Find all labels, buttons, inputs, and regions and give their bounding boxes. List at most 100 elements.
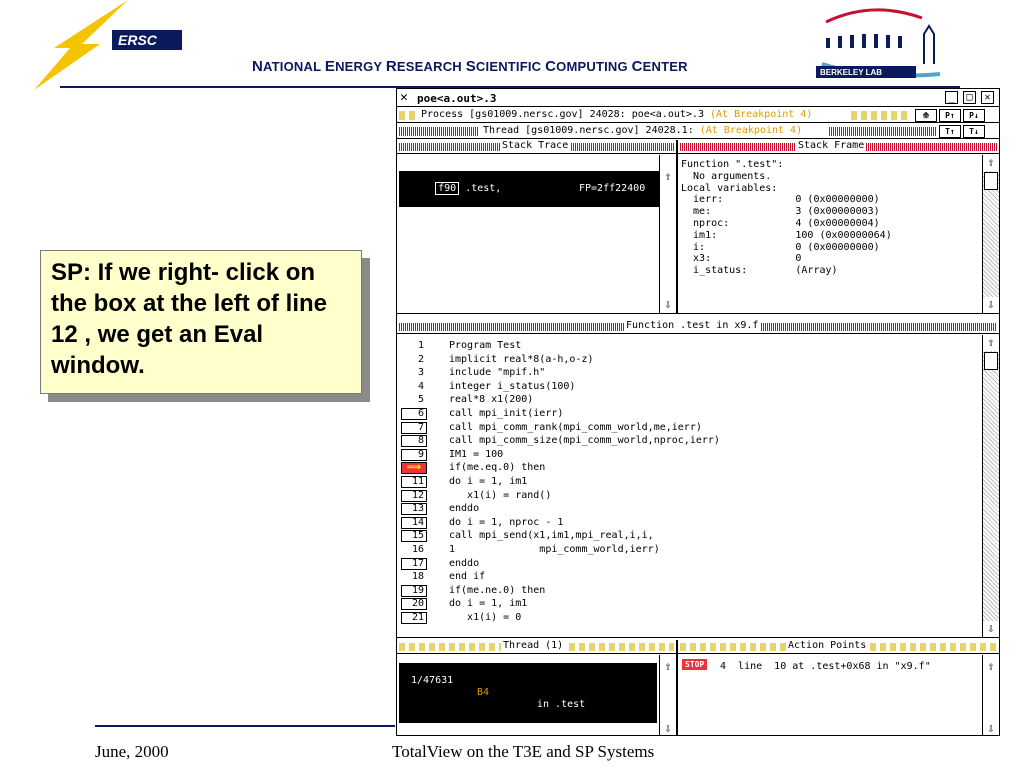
line-number-box[interactable]: 7 <box>401 421 427 434</box>
berkeley-lab-icon: BERKELEY LAB <box>816 8 941 78</box>
source-panel[interactable]: 1 Program Test 2 implicit real*8(a-h,o-z) 3 i… <box>397 335 999 638</box>
line-number-box[interactable]: 8 <box>401 435 427 448</box>
source-line[interactable]: call mpi_comm_rank(mpi_comm_world,me,ier… <box>449 422 702 434</box>
source-line[interactable]: do i = 1, nproc - 1 <box>449 517 563 529</box>
source-line[interactable]: 1 mpi_comm_world,ierr) <box>449 544 660 556</box>
header-title: NATIONAL ENERGY RESEARCH SCIENTIFIC COMP… <box>252 58 688 75</box>
up-arrow-icon[interactable]: ⇧ <box>983 335 999 351</box>
scroll-thumb[interactable] <box>984 352 998 370</box>
line-number-box[interactable]: 21 <box>401 612 427 624</box>
source-line[interactable]: Program Test <box>449 340 521 352</box>
source-line[interactable]: implicit real*8(a-h,o-z) <box>449 354 594 366</box>
source-line[interactable]: end if <box>449 571 485 583</box>
source-line[interactable]: call mpi_init(ierr) <box>449 408 563 420</box>
process-up-button[interactable]: ⟰ <box>915 109 937 122</box>
source-line[interactable]: integer i_status(100) <box>449 381 575 393</box>
scroll-thumb[interactable] <box>984 172 998 190</box>
source-line[interactable]: if(me.eq.0) then <box>449 462 545 474</box>
maximize-icon[interactable]: □ <box>963 91 976 104</box>
up-arrow-icon[interactable]: ⇧ <box>983 659 999 675</box>
stack-frame-title: Stack Frame <box>796 140 867 151</box>
source-line[interactable]: do i = 1, im1 <box>449 598 527 610</box>
x-window-icon: ✕ <box>400 90 408 105</box>
down-arrow-icon[interactable]: ⇩ <box>660 297 676 313</box>
minimize-icon[interactable]: _ <box>945 91 958 104</box>
line-number-box[interactable]: 17 <box>401 557 427 570</box>
source-line[interactable]: enddo <box>449 503 479 515</box>
source-line[interactable]: x1(i) = rand() <box>449 490 551 502</box>
stack-frame-scrollbar[interactable]: ⇧ ⇩ <box>982 155 999 313</box>
stack-trace-title: Stack Trace <box>500 140 571 151</box>
source-line[interactable]: call mpi_comm_size(mpi_comm_world,nproc,… <box>449 435 720 447</box>
down-arrow-icon[interactable]: ⇩ <box>983 721 999 735</box>
source-line[interactable]: real*8 x1(200) <box>449 394 533 406</box>
down-arrow-icon[interactable]: ⇩ <box>660 721 676 735</box>
nersc-logo-text: ERSC <box>118 32 158 48</box>
stack-frame-line: x3: 0 <box>681 253 802 265</box>
stack-frame-line: No arguments. <box>681 170 772 182</box>
stack-frame-panel[interactable]: Function ".test": No arguments. Local var… <box>678 155 999 314</box>
close-icon[interactable]: ✕ <box>981 91 994 104</box>
stack-trace-row[interactable]: .__start, FP=2ff224b0 <box>399 184 661 220</box>
line-number-box[interactable]: 12 <box>401 489 427 502</box>
line-number-box[interactable]: 6 <box>401 408 427 420</box>
pc-arrow-icon[interactable]: ⟹ <box>401 462 427 475</box>
window-titlebar[interactable]: ✕ poe<a.out>.3 _ □ ✕ <box>397 89 999 107</box>
line-number-box[interactable]: 20 <box>401 598 427 611</box>
action-points-panel[interactable]: STOP 4 line 10 at .test+0x68 in "x9.f" ⇧… <box>678 655 999 735</box>
footer-date: June, 2000 <box>95 742 169 761</box>
source-line[interactable]: if(me.ne.0) then <box>449 585 545 597</box>
window-title: poe<a.out>.3 <box>417 92 497 105</box>
thread-row[interactable]: 1/47631 B4 in .test <box>399 663 657 723</box>
threads-scrollbar[interactable]: ⇧ ⇩ <box>659 655 676 735</box>
threads-header: Thread (1) <box>397 640 676 654</box>
source-line[interactable]: include "mpif.h" <box>449 367 545 379</box>
line-number-box[interactable]: 13 <box>401 503 427 516</box>
stack-trace-scrollbar[interactable]: ⇧ ⇩ <box>659 155 676 313</box>
action-point-row[interactable]: 4 line 10 at .test+0x68 in "x9.f" <box>720 661 931 673</box>
line-number-box[interactable]: 11 <box>401 476 427 488</box>
stack-trace-header: Stack Trace <box>397 140 676 154</box>
line-number-box[interactable]: 19 <box>401 584 427 597</box>
stack-frame-line: ierr: 0 (0x00000000) <box>681 194 880 206</box>
source-line[interactable]: IM1 = 100 <box>449 449 503 461</box>
source-header: Function .test in x9.f <box>397 320 999 334</box>
thread-next-button[interactable]: T↓ <box>963 125 985 138</box>
action-points-header: Action Points <box>678 640 999 654</box>
line-number: 18 <box>411 571 424 583</box>
thread-prev-button[interactable]: T↑ <box>939 125 961 138</box>
action-points-scrollbar[interactable]: ⇧ ⇩ <box>982 655 999 735</box>
up-arrow-icon[interactable]: ⇧ <box>660 169 676 185</box>
source-line[interactable]: x1(i) = 0 <box>449 612 521 624</box>
totalview-window[interactable]: ✕ poe<a.out>.3 _ □ ✕ Process [gs01009.ne… <box>396 88 1000 736</box>
down-arrow-icon[interactable]: ⇩ <box>983 621 999 637</box>
nersc-lightning-icon: ERSC <box>34 0 182 90</box>
source-scrollbar[interactable]: ⇧ ⇩ <box>982 335 999 637</box>
nersc-logo: ERSC <box>30 0 190 90</box>
berkeley-lab-logo: BERKELEY LAB <box>812 4 942 84</box>
stack-frame-header: Stack Frame <box>678 140 999 154</box>
stack-frame-line: i: 0 (0x00000000) <box>681 241 880 253</box>
footer-title: TotalView on the T3E and SP Systems <box>392 742 655 761</box>
line-number: 4 <box>417 380 424 392</box>
process-bar-label: Process [gs01009.nersc.gov] 24028: poe<a… <box>419 109 815 120</box>
threads-panel[interactable]: 1/47631 B4 in .test ⇧ ⇩ <box>397 655 676 735</box>
source-line[interactable]: do i = 1, im1 <box>449 476 527 488</box>
process-next-button[interactable]: P↓ <box>963 109 985 122</box>
stack-frame-line: nproc: 4 (0x00000004) <box>681 218 880 229</box>
source-line[interactable]: enddo <box>449 558 479 570</box>
stack-trace-panel[interactable]: f90 .test, FP=2ff22400 .__start, FP=2ff224… <box>397 155 676 314</box>
thread-bar: Thread [gs01009.nersc.gov] 24028.1: (At … <box>397 124 999 139</box>
line-number: 3 <box>417 367 424 379</box>
up-arrow-icon[interactable]: ⇧ <box>660 659 676 675</box>
up-arrow-icon[interactable]: ⇧ <box>983 155 999 171</box>
threads-title: Thread (1) <box>501 640 566 651</box>
line-number-box[interactable]: 14 <box>401 516 427 529</box>
stack-frame-line: me: 3 (0x00000003) <box>681 206 880 218</box>
line-number-box[interactable]: 9 <box>401 448 427 461</box>
process-prev-button[interactable]: P↑ <box>939 109 961 122</box>
down-arrow-icon[interactable]: ⇩ <box>983 297 999 313</box>
source-line[interactable]: call mpi_send(x1,im1,mpi_real,i,i, <box>449 530 654 542</box>
line-number-box[interactable]: 15 <box>401 530 427 543</box>
berkeley-lab-text: BERKELEY LAB <box>820 68 882 77</box>
